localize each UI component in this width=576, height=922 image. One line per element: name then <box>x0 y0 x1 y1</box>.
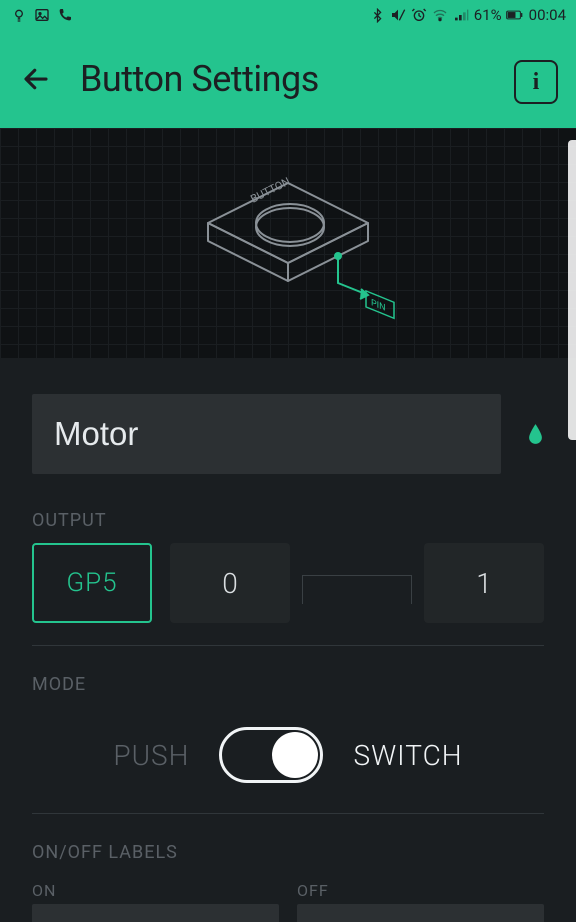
output-section-label: OUTPUT <box>32 510 544 531</box>
mode-push-label: PUSH <box>113 739 189 772</box>
output-low-value[interactable]: 0 <box>170 543 290 623</box>
mode-switch-label: SWITCH <box>353 739 462 772</box>
clock-text: 00:04 <box>529 6 566 24</box>
divider <box>32 813 544 814</box>
signal-icon <box>453 7 470 24</box>
alarm-icon <box>411 7 428 24</box>
image-icon <box>33 7 50 24</box>
mode-toggle[interactable] <box>219 727 323 783</box>
status-bar: 61% 00:04 <box>0 0 576 30</box>
diagram-button-label: BUTTON <box>248 175 292 206</box>
phone-icon <box>56 7 73 24</box>
battery-pct: 61% <box>474 6 502 24</box>
bulb-icon <box>10 7 27 24</box>
mute-icon <box>390 7 407 24</box>
button-diagram: BUTTON PIN <box>0 128 576 358</box>
output-pin-selector[interactable]: GP5 <box>32 543 152 623</box>
onoff-section-label: ON/OFF LABELS <box>32 842 544 863</box>
widget-name-input[interactable] <box>32 394 501 474</box>
output-range-track <box>308 543 406 623</box>
off-label-input[interactable] <box>297 904 544 922</box>
battery-icon <box>506 7 523 24</box>
page-title: Button Settings <box>80 58 319 100</box>
info-icon: i <box>533 69 540 96</box>
back-button[interactable] <box>20 63 52 95</box>
bluetooth-icon <box>369 7 386 24</box>
on-sublabel: ON <box>32 881 279 900</box>
toggle-knob <box>272 732 318 778</box>
info-button[interactable]: i <box>514 60 558 104</box>
output-high-value[interactable]: 1 <box>424 543 544 623</box>
on-label-input[interactable] <box>32 904 279 922</box>
color-picker-button[interactable] <box>527 404 544 464</box>
off-sublabel: OFF <box>297 881 544 900</box>
scroll-indicator[interactable] <box>568 140 576 440</box>
app-bar: Button Settings i <box>0 30 576 128</box>
wifi-icon <box>432 7 449 24</box>
mode-section-label: MODE <box>32 674 544 695</box>
divider <box>32 645 544 646</box>
